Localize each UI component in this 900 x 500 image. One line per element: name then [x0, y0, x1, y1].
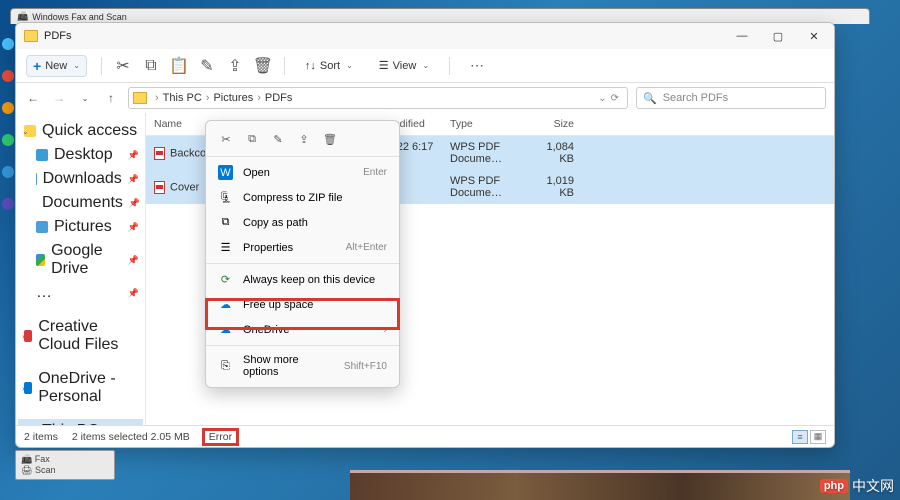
ctx-share-icon[interactable]: ⇪ [296, 131, 312, 147]
search-icon: 🔍 [643, 92, 657, 105]
keep-device-icon: ⟳ [218, 272, 233, 287]
ctx-show-more-options[interactable]: ⎘ Show more optionsShift+F10 [206, 349, 399, 383]
desktop-wallpaper-strip [350, 470, 850, 500]
sidebar-item-downloads[interactable]: Downloads📌 [18, 167, 143, 191]
sidebar-quick-access[interactable]: ⌄ Quick access [18, 119, 143, 143]
cut-icon[interactable]: ✂ [116, 59, 130, 73]
ctx-delete-icon[interactable]: 🗑 [322, 131, 338, 147]
view-thumbnails-button[interactable]: ▦ [810, 430, 826, 444]
ctx-onedrive[interactable]: ☁ OneDrive [206, 317, 399, 342]
ctx-cut-icon[interactable]: ✂ [218, 131, 234, 147]
nav-recent-dropdown[interactable]: ⌄ [76, 89, 94, 107]
pdf-icon [154, 181, 165, 194]
toolbar: + New ✂ ⧉ 📋 ✎ ⇪ 🗑 ↑↓ Sort ☰ View [16, 49, 834, 83]
breadcrumb-folder-icon [133, 92, 147, 104]
nav-back-button[interactable]: ← [24, 89, 42, 107]
search-placeholder: Search PDFs [663, 92, 728, 104]
address-bar-row: ← → ⌄ ↑ This PC Pictures PDFs ⌄⟳ 🔍 Searc… [16, 83, 834, 113]
nav-up-button[interactable]: ↑ [102, 89, 120, 107]
context-menu: ✂ ⧉ ✎ ⇪ 🗑 W OpenEnter 🗜 Compress to ZIP … [205, 120, 400, 388]
breadcrumb-pdfs[interactable]: PDFs [265, 92, 293, 104]
ctx-open[interactable]: W OpenEnter [206, 160, 399, 185]
paste-icon[interactable]: 📋 [172, 59, 186, 73]
sidebar-item-ellipsis[interactable]: …📌 [18, 281, 143, 305]
window-title: PDFs [44, 30, 72, 42]
sidebar-item-google-drive[interactable]: Google Drive📌 [18, 239, 143, 281]
navigation-pane: ⌄ Quick access Desktop📌 Downloads📌 Docum… [16, 113, 146, 425]
copy-icon[interactable]: ⧉ [144, 59, 158, 73]
delete-icon[interactable]: 🗑 [256, 59, 270, 73]
ctx-always-keep[interactable]: ⟳ Always keep on this device [206, 267, 399, 292]
open-app-icon: W [218, 165, 233, 180]
context-quick-actions: ✂ ⧉ ✎ ⇪ 🗑 [206, 125, 399, 153]
breadcrumb-pictures[interactable]: Pictures [213, 92, 253, 104]
view-details-button[interactable]: ≡ [792, 430, 808, 444]
search-input[interactable]: 🔍 Search PDFs [636, 87, 826, 109]
properties-icon: ☰ [218, 240, 233, 255]
sidebar-creative-cloud[interactable]: ›Creative Cloud Files [18, 315, 143, 357]
sidebar-item-documents[interactable]: Documents📌 [18, 191, 143, 215]
ctx-free-up-space[interactable]: ☁ Free up space [206, 292, 399, 317]
copy-path-icon: ⧉ [218, 215, 233, 230]
status-selection: 2 items selected 2.05 MB [72, 431, 190, 443]
ctx-rename-icon[interactable]: ✎ [270, 131, 286, 147]
sidebar-onedrive[interactable]: ›OneDrive - Personal [18, 367, 143, 409]
ctx-properties[interactable]: ☰ PropertiesAlt+Enter [206, 235, 399, 260]
status-bar: 2 items 2 items selected 2.05 MB Error ≡… [16, 425, 834, 447]
minimize-button[interactable]: — [724, 23, 760, 49]
onedrive-icon: ☁ [218, 322, 233, 337]
sidebar-item-pictures[interactable]: Pictures📌 [18, 215, 143, 239]
close-button[interactable]: ✕ [796, 23, 832, 49]
sidebar-item-desktop[interactable]: Desktop📌 [18, 143, 143, 167]
titlebar[interactable]: PDFs — ▢ ✕ [16, 23, 834, 49]
new-button[interactable]: + New [26, 55, 87, 77]
breadcrumb-this-pc[interactable]: This PC [163, 92, 202, 104]
watermark: php中文网 [820, 476, 894, 496]
sort-button[interactable]: ↑↓ Sort [299, 56, 359, 76]
more-options-icon: ⎘ [218, 359, 233, 374]
file-explorer-window: PDFs — ▢ ✕ + New ✂ ⧉ 📋 ✎ ⇪ 🗑 ↑↓ Sort ☰ V… [15, 22, 835, 448]
view-button[interactable]: ☰ View [373, 55, 435, 76]
status-error: Error [202, 428, 239, 446]
ctx-compress-zip[interactable]: 🗜 Compress to ZIP file [206, 185, 399, 210]
status-item-count: 2 items [24, 431, 58, 443]
nav-forward-button[interactable]: → [50, 89, 68, 107]
maximize-button[interactable]: ▢ [760, 23, 796, 49]
ctx-copy-icon[interactable]: ⧉ [244, 131, 260, 147]
share-icon[interactable]: ⇪ [228, 59, 242, 73]
rename-icon[interactable]: ✎ [200, 59, 214, 73]
pdf-icon [154, 147, 165, 160]
more-button[interactable] [464, 53, 490, 78]
ctx-copy-as-path[interactable]: ⧉ Copy as path [206, 210, 399, 235]
sidebar-this-pc[interactable]: ›This PC [18, 419, 143, 425]
breadcrumb[interactable]: This PC Pictures PDFs ⌄⟳ [128, 87, 628, 109]
folder-icon [24, 30, 38, 42]
col-size[interactable]: Size [522, 113, 582, 135]
col-type[interactable]: Type [442, 113, 522, 135]
background-fax-nav: 📠 Fax 🖨 Scan [15, 450, 115, 480]
free-space-icon: ☁ [218, 297, 233, 312]
zip-icon: 🗜 [218, 190, 233, 205]
desktop-left-icons [2, 38, 16, 210]
